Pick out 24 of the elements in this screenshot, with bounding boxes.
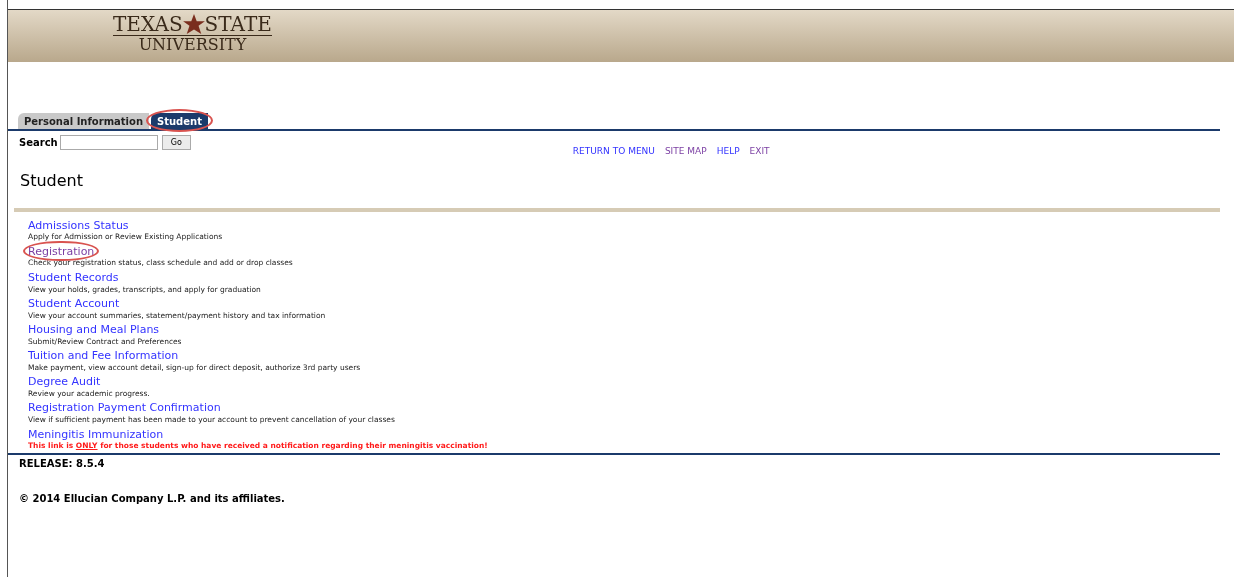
menu-link[interactable]: Registration Payment Confirmation: [28, 401, 221, 416]
menu-link[interactable]: Student Records: [28, 270, 119, 285]
menu-link[interactable]: Tuition and Fee Information: [28, 349, 179, 363]
menu-link[interactable]: Student Account: [28, 296, 120, 311]
tab[interactable]: Personal Information: [18, 113, 149, 129]
nav-link[interactable]: EXIT: [749, 145, 770, 159]
page-title: Student: [19, 169, 84, 192]
logo-text: UNIVERSITY: [138, 37, 247, 53]
release-text: RELEASE: 8.5.4: [18, 456, 106, 471]
logo-text: TEXAS: [113, 14, 183, 34]
logo-text: STATE: [204, 14, 272, 34]
nav-link[interactable]: SITE MAP: [664, 145, 707, 159]
search-label: Search: [19, 136, 58, 150]
go-button[interactable]: Go: [161, 135, 191, 150]
copyright-text: © 2014 Ellucian Company L.P. and its affiliates.: [18, 491, 286, 506]
menu-link[interactable]: Registration: [28, 244, 95, 259]
search-field[interactable]: [59, 135, 158, 150]
menu-link[interactable]: Admissions Status: [28, 218, 129, 233]
menu-link[interactable]: Degree Audit: [28, 375, 101, 389]
nav-link[interactable]: HELP: [716, 145, 740, 159]
menu-link[interactable]: Meningitis Immunization: [28, 427, 164, 442]
menu-link[interactable]: Housing and Meal Plans: [28, 323, 160, 337]
star-icon: [182, 14, 205, 34]
nav-link[interactable]: RETURN TO MENU: [572, 145, 655, 159]
